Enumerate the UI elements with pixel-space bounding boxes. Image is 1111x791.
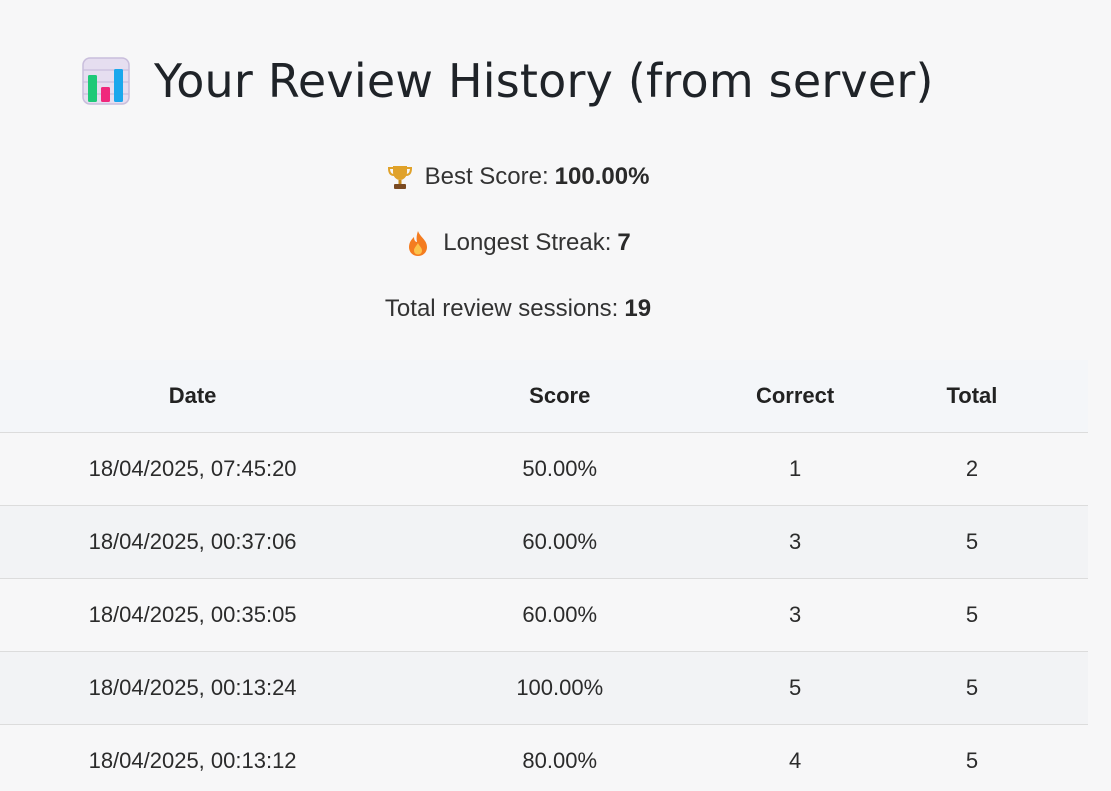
longest-streak-label: Longest Streak: — [443, 229, 612, 256]
cell-date: 18/04/2025, 00:35:05 — [88, 601, 297, 627]
cell-score: 80.00% — [522, 747, 598, 773]
total-sessions-label: Total review sessions: — [384, 295, 619, 322]
trophy-icon — [387, 166, 412, 189]
page-title: Your Review History (from server) — [154, 54, 934, 108]
cell-date: 18/04/2025, 07:45:20 — [88, 455, 297, 481]
total-sessions-value: 19 — [624, 295, 652, 322]
bar-chart-icon — [82, 57, 130, 105]
table-header-row: Date Score Correct Total — [0, 360, 1088, 432]
cell-score: 100.00% — [516, 674, 604, 700]
cell-correct: 5 — [788, 674, 802, 700]
cell-date: 18/04/2025, 00:37:06 — [88, 528, 297, 554]
cell-correct: 4 — [788, 747, 802, 773]
cell-total: 2 — [965, 455, 979, 481]
cell-score: 60.00% — [522, 601, 598, 627]
best-score-label: Best Score: — [424, 163, 549, 190]
column-header-correct: Correct — [755, 382, 835, 408]
longest-streak-stat: Longest Streak: 7 — [0, 226, 1036, 260]
cell-correct: 3 — [788, 528, 802, 554]
cell-total: 5 — [965, 747, 979, 773]
column-header-score: Score — [529, 382, 591, 408]
table-row: 18/04/2025, 07:45:20 50.00% 1 2 — [0, 432, 1088, 505]
cell-correct: 3 — [788, 601, 802, 627]
cell-total: 5 — [965, 601, 979, 627]
cell-total: 5 — [965, 674, 979, 700]
cell-correct: 1 — [788, 455, 802, 481]
title-row: Your Review History (from server) — [82, 50, 934, 112]
cell-score: 60.00% — [522, 528, 598, 554]
table-row: 18/04/2025, 00:37:06 60.00% 3 5 — [0, 505, 1088, 578]
review-history-table: Date Score Correct Total 18/04/2025, 07:… — [0, 360, 1088, 791]
longest-streak-value: 7 — [617, 229, 631, 256]
cell-date: 18/04/2025, 00:13:24 — [88, 674, 297, 700]
review-history-page: Your Review History (from server) Best S… — [0, 0, 1111, 791]
fire-icon — [409, 231, 428, 256]
total-sessions-stat: Total review sessions: 19 — [0, 292, 1036, 326]
best-score-value: 100.00% — [554, 163, 650, 190]
table-row: 18/04/2025, 00:35:05 60.00% 3 5 — [0, 578, 1088, 651]
best-score-stat: Best Score: 100.00% — [0, 160, 1036, 194]
table-row: 18/04/2025, 00:13:12 80.00% 4 5 — [0, 724, 1088, 791]
table-row: 18/04/2025, 00:13:24 100.00% 5 5 — [0, 651, 1088, 724]
column-header-total: Total — [946, 382, 998, 408]
cell-score: 50.00% — [522, 455, 598, 481]
column-header-date: Date — [168, 382, 217, 408]
cell-date: 18/04/2025, 00:13:12 — [88, 747, 297, 773]
cell-total: 5 — [965, 528, 979, 554]
